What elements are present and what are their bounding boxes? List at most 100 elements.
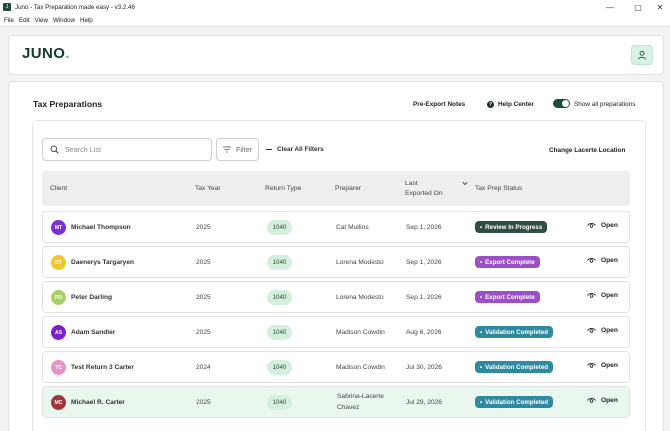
preparer-line1: Sabrina-Lacerte (337, 393, 384, 400)
table-row[interactable]: DT Daenerys Targaryen 2025 1040 Lorena Modes… (42, 246, 630, 278)
show-all-label: Show all preparations (574, 101, 636, 108)
client-name: Daenerys Targaryen (71, 259, 134, 266)
change-lacerte-location-link[interactable]: Change Lacerte Location (549, 147, 625, 154)
menu-bar: File Edit View Window Help (0, 14, 670, 27)
page-title: Tax Preparations (33, 99, 103, 109)
app-icon: J (3, 3, 11, 11)
column-client[interactable]: Client (50, 185, 67, 192)
tax-year: 2025 (196, 224, 211, 231)
search-input[interactable] (65, 145, 205, 154)
preparer-name: Madison Cowdin (336, 329, 385, 336)
help-icon: ? (487, 101, 494, 108)
client-cell: AS Adam Sandler (51, 325, 115, 340)
status-badge: Validation Completed (475, 361, 554, 373)
client-cell: DT Daenerys Targaryen (51, 255, 134, 270)
menu-view[interactable]: View (35, 17, 48, 24)
tax-year: 2025 (196, 399, 211, 406)
menu-edit[interactable]: Edit (19, 17, 30, 24)
open-button[interactable]: Open (587, 222, 618, 229)
eye-icon (587, 223, 596, 228)
open-label: Open (601, 397, 618, 404)
open-label: Open (601, 292, 618, 299)
return-type-badge: 1040 (267, 220, 292, 235)
eye-icon (587, 293, 596, 298)
return-type-badge: 1040 (267, 360, 292, 375)
column-return-type[interactable]: Return Type (265, 185, 301, 192)
logo-text: JUNO (22, 45, 66, 62)
open-button[interactable]: Open (587, 327, 618, 334)
menu-window[interactable]: Window (53, 17, 75, 24)
avatar: PD (51, 290, 66, 305)
user-menu-button[interactable] (631, 45, 653, 65)
show-all-toggle[interactable] (553, 99, 570, 108)
open-button[interactable]: Open (587, 292, 618, 299)
open-label: Open (601, 222, 618, 229)
client-name: Michael R. Carter (71, 399, 125, 406)
client-cell: MC Michael R. Carter (51, 395, 125, 410)
column-last-exported-line1: Last (405, 180, 418, 187)
close-button[interactable]: ✕ (645, 0, 670, 14)
eye-icon (587, 328, 596, 333)
preparations-table-card: Filter Clear All Filters Change Lacerte … (32, 120, 646, 431)
table-row[interactable]: MT Michael Thompson 2025 1040 Cat Mullins Sep… (42, 211, 630, 243)
pre-export-notes-link[interactable]: Pre-Export Notes (413, 101, 465, 108)
filter-button[interactable]: Filter (216, 138, 259, 161)
last-exported-date: Sep 1, 2026 (406, 224, 442, 231)
tax-year: 2025 (196, 259, 211, 266)
client-cell: MT Michael Thompson (51, 220, 131, 235)
table-header: Client Tax Year Return Type Preparer Las… (42, 171, 630, 206)
status-badge: Validation Completed (475, 326, 554, 338)
window-titlebar: J Juno - Tax Preparation made easy - v3.… (0, 0, 670, 14)
search-box[interactable] (42, 138, 212, 161)
app-header: JUNO. (8, 35, 664, 75)
clear-filters-button[interactable]: Clear All Filters (266, 146, 324, 153)
column-preparer[interactable]: Preparer (335, 185, 361, 192)
return-type-badge: 1040 (267, 325, 292, 340)
avatar: TC (51, 360, 66, 375)
client-name: Adam Sandler (71, 329, 116, 336)
window-title: Juno - Tax Preparation made easy - v3.2.… (15, 3, 135, 11)
minimize-button[interactable]: — (595, 0, 625, 14)
logo-dot: . (65, 45, 70, 62)
client-cell: PD Peter Darling (51, 290, 112, 305)
search-icon (50, 145, 59, 154)
return-type-badge: 1040 (267, 395, 292, 410)
filter-label: Filter (236, 145, 252, 154)
avatar: MC (51, 395, 66, 410)
open-label: Open (601, 327, 618, 334)
main-panel: Tax Preparations Pre-Export Notes ? Help… (8, 81, 664, 431)
status-badge: Export Complete (475, 256, 540, 268)
open-label: Open (601, 362, 618, 369)
client-name: Michael Thompson (71, 224, 131, 231)
chevron-down-icon[interactable] (462, 181, 468, 186)
juno-logo: JUNO. (22, 45, 70, 62)
column-status[interactable]: Tax Prep Status (475, 185, 522, 192)
table-row[interactable]: AS Adam Sandler 2025 1040 Madison Cowdin Aug … (42, 316, 630, 348)
table-row[interactable]: MC Michael R. Carter 2025 1040 Sabrina-Lacer… (42, 386, 630, 418)
preparer-name: Lorena Modesto (336, 259, 384, 266)
eye-icon (587, 363, 596, 368)
table-row[interactable]: TC Test Return 3 Carter 2024 1040 Madison Co… (42, 351, 630, 383)
preparer-line2: Chavez (337, 404, 360, 411)
eye-icon (587, 398, 596, 403)
help-center-label: Help Center (498, 101, 534, 108)
open-button[interactable]: Open (587, 397, 618, 404)
return-type-badge: 1040 (267, 255, 292, 270)
open-button[interactable]: Open (587, 362, 618, 369)
menu-help[interactable]: Help (80, 17, 93, 24)
filter-icon (223, 146, 231, 153)
table-row[interactable]: PD Peter Darling 2025 1040 Lorena Modesto Sep… (42, 281, 630, 313)
client-name: Test Return 3 Carter (71, 364, 134, 371)
menu-file[interactable]: File (4, 17, 14, 24)
help-center-link[interactable]: ? Help Center (487, 101, 534, 108)
user-icon (638, 50, 646, 60)
tax-year: 2024 (196, 364, 211, 371)
client-name: Peter Darling (71, 294, 113, 301)
column-tax-year[interactable]: Tax Year (195, 185, 221, 192)
open-button[interactable]: Open (587, 257, 618, 264)
status-badge: Export Complete (475, 291, 540, 303)
tax-year: 2025 (196, 294, 211, 301)
preparer-name: Cat Mullins (336, 224, 369, 231)
last-exported-date: Aug 6, 2026 (406, 329, 442, 336)
column-last-exported[interactable]: Last Exported On (405, 179, 443, 198)
